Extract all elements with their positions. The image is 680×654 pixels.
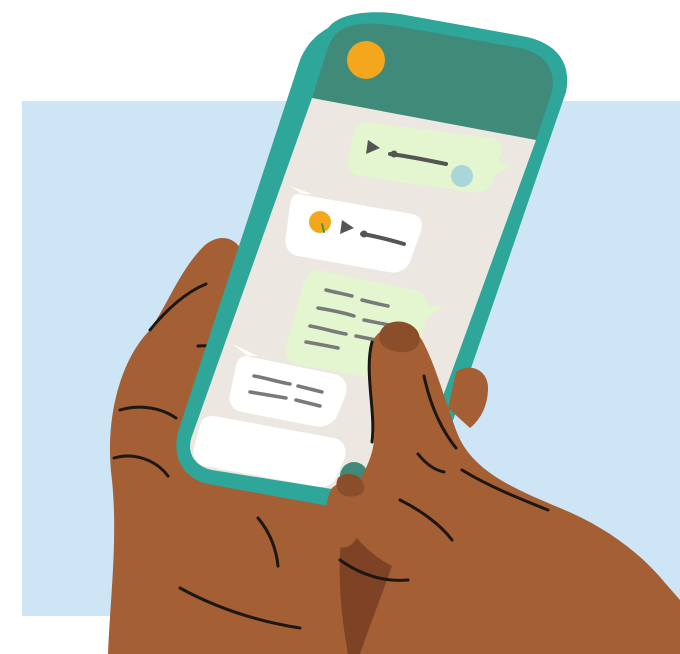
illustration-scene: [0, 0, 680, 654]
voice-avatar-icon: [451, 165, 473, 187]
illustration-svg: [22, 12, 680, 654]
contact-avatar: [347, 41, 385, 79]
sender-avatar-icon: [309, 211, 331, 233]
